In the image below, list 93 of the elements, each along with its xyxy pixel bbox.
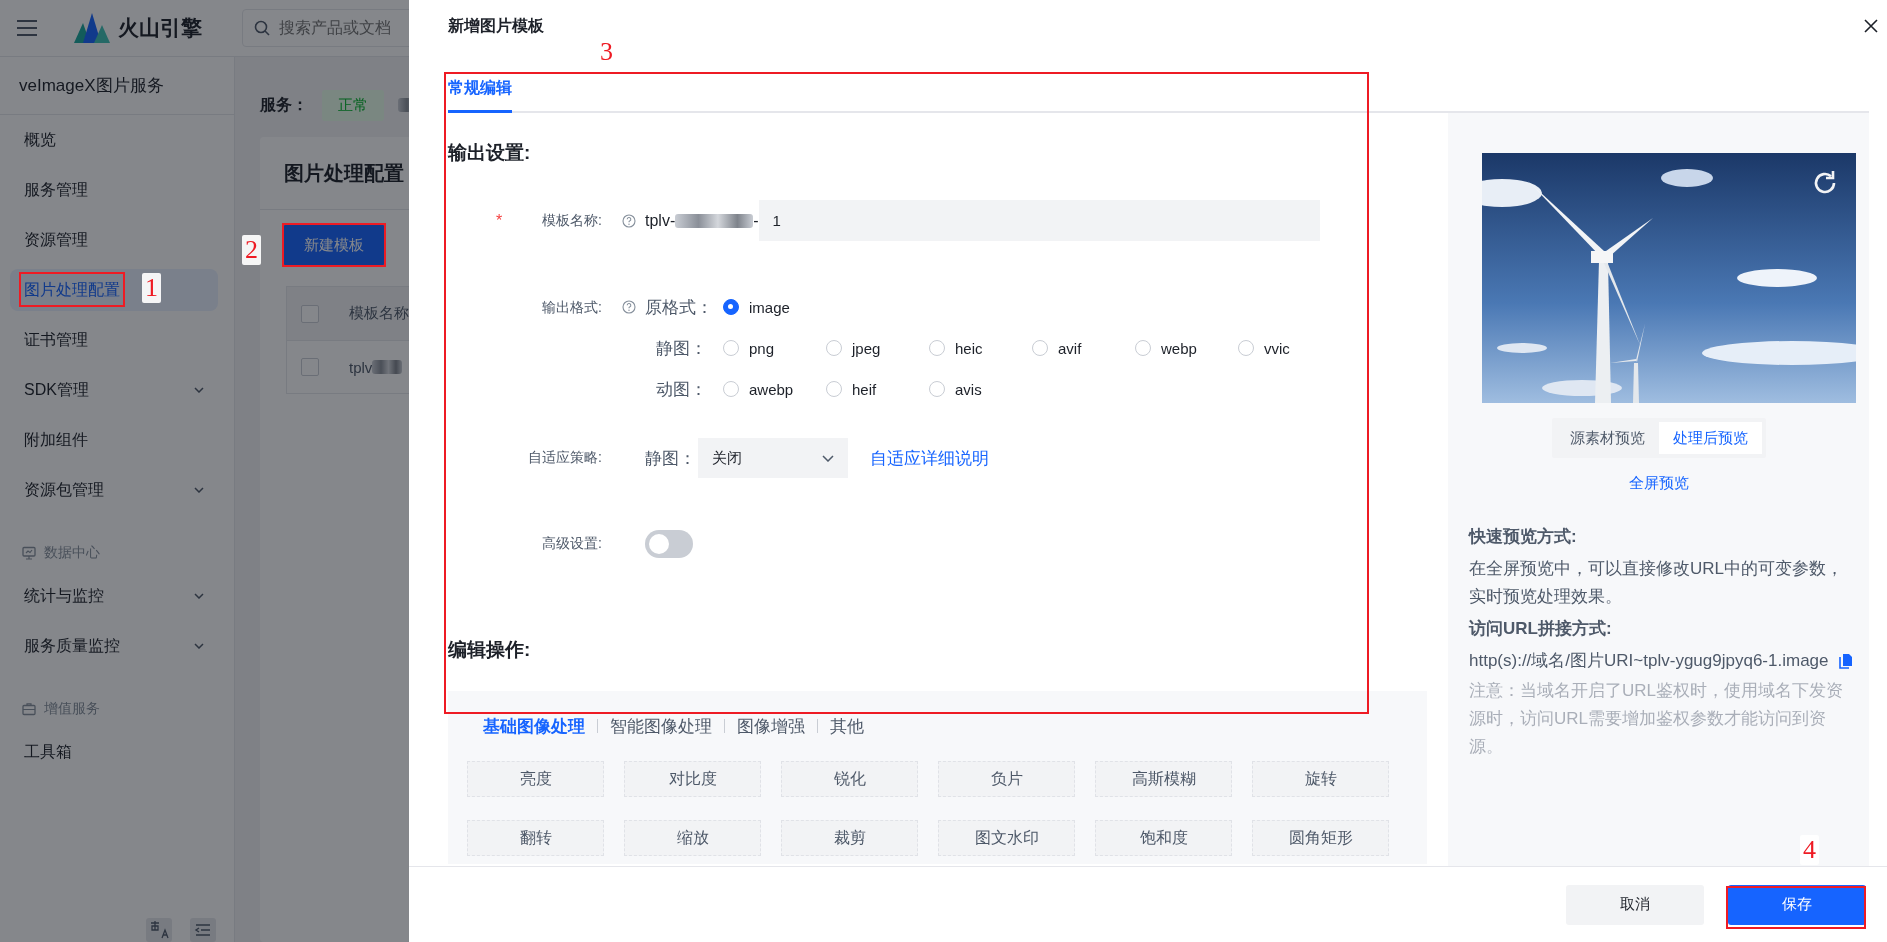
- group-label: 静图：: [645, 447, 696, 470]
- operation-tab[interactable]: 其他: [830, 714, 864, 738]
- close-icon[interactable]: [1863, 18, 1879, 34]
- group-label: 原格式：: [645, 296, 707, 319]
- radio-label: vvic: [1264, 339, 1290, 357]
- annotation-number: 4: [1800, 835, 1819, 865]
- operation-button[interactable]: 负片: [938, 761, 1075, 797]
- radio-label: jpeg: [852, 339, 881, 357]
- operation-button[interactable]: 对比度: [624, 761, 761, 797]
- operation-tab[interactable]: 图像增强: [737, 714, 805, 738]
- radio-label: avif: [1058, 339, 1082, 357]
- info-title: 快速预览方式:: [1469, 526, 1578, 548]
- radio-label: image: [749, 298, 790, 316]
- nav-section-title: 增值服务: [44, 700, 100, 718]
- help-icon[interactable]: [622, 213, 636, 228]
- sidebar-item[interactable]: 工具箱: [10, 731, 218, 773]
- brand-name: 火山引擎: [118, 15, 202, 41]
- chevron-down-icon: [822, 454, 834, 462]
- operation-button[interactable]: 裁剪: [781, 820, 918, 856]
- info-title: 访问URL拼接方式:: [1469, 618, 1613, 640]
- annotation-number: 1: [142, 273, 161, 303]
- card-title: 图片处理配置: [284, 160, 404, 186]
- nav-section-title: 数据中心: [44, 544, 100, 562]
- operation-button[interactable]: 高斯模糊: [1095, 761, 1232, 797]
- tab[interactable]: 常规编辑: [448, 70, 512, 113]
- operation-button[interactable]: 图文水印: [938, 820, 1075, 856]
- cancel-button[interactable]: 取消: [1566, 884, 1704, 925]
- toggle-switch[interactable]: [645, 530, 693, 558]
- field-label: 自适应策略:: [528, 449, 602, 467]
- field-label: 输出格式:: [542, 299, 602, 317]
- sidebar-item[interactable]: 服务质量监控: [10, 625, 218, 667]
- info-text: 在全屏预览中，可以直接修改URL中的可变参数，实时预览处理效果。: [1469, 558, 1844, 608]
- field-label: 模板名称:: [542, 211, 602, 230]
- operation-button[interactable]: 旋转: [1252, 761, 1389, 797]
- blurred-text: [372, 360, 403, 374]
- sidebar-item[interactable]: 资源管理: [10, 219, 218, 261]
- radio-label: png: [749, 339, 775, 357]
- operation-button[interactable]: 圆角矩形: [1252, 820, 1389, 856]
- save-button[interactable]: 保存: [1728, 884, 1866, 925]
- details-link[interactable]: 自适应详细说明: [870, 446, 989, 470]
- sidebar-item[interactable]: 概览: [10, 119, 218, 161]
- sidebar-item[interactable]: 资源包管理: [10, 469, 218, 511]
- group-label: 静图：: [655, 337, 707, 360]
- preview-mode-tab[interactable]: 处理后预览: [1658, 422, 1762, 454]
- operation-button[interactable]: 缩放: [624, 820, 761, 856]
- menu-icon[interactable]: [16, 19, 38, 37]
- radio-label: awebp: [749, 380, 794, 398]
- sidebar-item[interactable]: 统计与监控: [10, 575, 218, 617]
- radio-label: heif: [852, 380, 877, 398]
- field-label: 高级设置:: [542, 535, 602, 553]
- operation-button[interactable]: 翻转: [467, 820, 604, 856]
- briefcase-icon: [22, 702, 36, 716]
- radio-button[interactable]: [723, 299, 739, 315]
- drawer-title: 新增图片模板: [448, 15, 544, 36]
- operation-tab[interactable]: 基础图像处理: [483, 714, 585, 738]
- preview-mode-tab[interactable]: 源素材预览: [1555, 422, 1659, 454]
- table-cell: tplv: [349, 358, 373, 376]
- logo-icon: [74, 13, 110, 43]
- operation-tab[interactable]: 智能图像处理: [610, 714, 712, 738]
- column-header: 模板名称: [349, 304, 409, 323]
- help-icon[interactable]: [622, 300, 636, 314]
- collapse-icon[interactable]: [190, 918, 216, 942]
- operation-button[interactable]: 饱和度: [1095, 820, 1232, 856]
- name-input[interactable]: 1: [758, 200, 1320, 241]
- radio-label: webp: [1161, 339, 1197, 357]
- sidebar-title: veImageX图片服务: [0, 57, 234, 115]
- sidebar-item[interactable]: 附加组件: [10, 419, 218, 461]
- radio-label: avis: [955, 380, 982, 398]
- annotation-number: 2: [242, 235, 261, 265]
- radio-label: heic: [955, 339, 983, 357]
- monitor-icon: [22, 546, 36, 560]
- prefix-text: -: [753, 211, 759, 230]
- note-text: 注意：当域名开启了URL鉴权时，使用域名下发资源时，访问URL需要增加鉴权参数才能访问到资源。: [1469, 680, 1844, 758]
- operation-button[interactable]: 亮度: [467, 761, 604, 797]
- section-heading: 编辑操作:: [448, 638, 532, 662]
- group-label: 动图：: [655, 378, 707, 401]
- copy-icon[interactable]: [1838, 653, 1853, 669]
- status-badge: 正常: [322, 89, 384, 121]
- language-icon[interactable]: [146, 918, 172, 942]
- checkbox[interactable]: [301, 304, 319, 323]
- strategy-select[interactable]: 关闭: [698, 438, 848, 478]
- search-icon: [254, 20, 270, 36]
- operation-button[interactable]: 锐化: [781, 761, 918, 797]
- sidebar-item[interactable]: SDK管理: [10, 369, 218, 411]
- section-heading: 输出设置:: [448, 141, 532, 165]
- service-label: 服务：: [260, 94, 308, 115]
- sidebar-item[interactable]: 服务管理: [10, 169, 218, 211]
- fullscreen-link[interactable]: 全屏预览: [1628, 474, 1689, 493]
- required-mark: *: [496, 211, 503, 230]
- checkbox[interactable]: [301, 358, 319, 376]
- prefix-text: tplv-: [645, 211, 676, 230]
- sidebar-item[interactable]: 证书管理: [10, 319, 218, 361]
- url-text: http(s)://域名/图片URI~tplv-ygug9jpyq6-1.image: [1469, 650, 1829, 672]
